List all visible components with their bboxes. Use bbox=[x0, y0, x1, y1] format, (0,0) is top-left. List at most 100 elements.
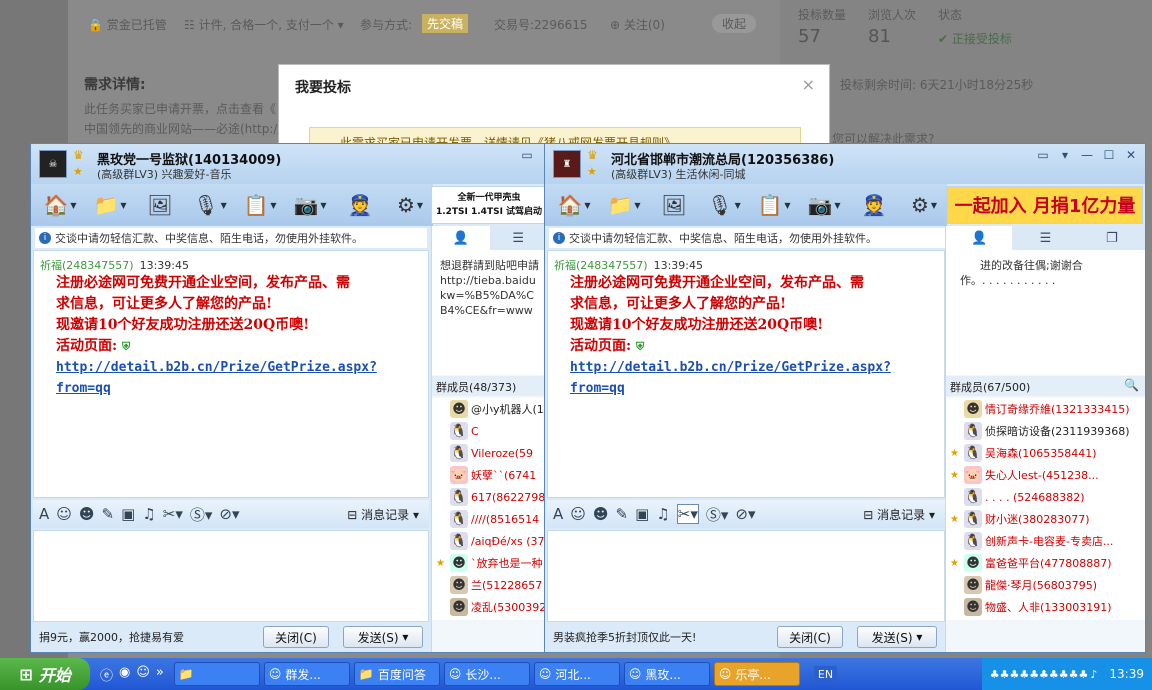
member-list[interactable]: ☻ 情订奇缘乔維(1321333415) 🐧 侦探暗访设备(2311939368) ★ 🐧… bbox=[946, 398, 1145, 620]
member-item[interactable]: ★ ☻ `放弃也是一种 bbox=[432, 552, 545, 574]
start-button[interactable]: ⊞ 开始 bbox=[0, 658, 90, 690]
rich-text-icon[interactable]: Ⓢ▾ bbox=[190, 504, 213, 525]
emoji-icon[interactable]: ☺ bbox=[570, 505, 586, 523]
taskbar-button[interactable]: ☺ 长沙... bbox=[443, 662, 530, 686]
home-tool[interactable]: 🏠 ▼ bbox=[551, 188, 597, 222]
close-icon[interactable]: ✕ bbox=[1121, 147, 1141, 163]
menu-icon[interactable]: ▾ bbox=[1055, 147, 1075, 163]
settings-tool[interactable]: ⚙ ▼ bbox=[387, 188, 433, 222]
follow-button[interactable]: ⊕ 关注(0) bbox=[610, 16, 665, 33]
magic-emoji-icon[interactable]: ☻ bbox=[79, 505, 95, 523]
expand-icon[interactable]: » bbox=[156, 665, 164, 684]
minimize-icon[interactable]: — bbox=[1077, 147, 1097, 163]
message-area[interactable]: 祈福(248347557) 13:39:45 注册必途网可免费开通企业空间，发布产… bbox=[547, 250, 945, 498]
member-item[interactable]: 🐧 侦探暗访设备(2311939368) bbox=[946, 420, 1145, 442]
message-history-button[interactable]: ⊟ 消息记录 ▾ bbox=[863, 506, 945, 523]
member-item[interactable]: ★☻孤独患者。(10108982... bbox=[946, 618, 1145, 620]
member-item[interactable]: ☻ 兰(51228657 bbox=[432, 574, 545, 596]
tab-members-icon[interactable]: 👤 bbox=[432, 226, 490, 250]
member-list[interactable]: ☻ @小y机器人(1 🐧 C 🐧 Vileroze(59 🐷 妖孽``(6741 🐧 617(86… bbox=[432, 398, 545, 620]
font-icon[interactable]: A bbox=[39, 505, 49, 523]
firefox-icon[interactable]: ◉ bbox=[119, 665, 130, 684]
message-input[interactable] bbox=[547, 530, 945, 622]
member-item[interactable]: ☻ 物盛、人非(133003191) bbox=[946, 596, 1145, 618]
activity-link-cont[interactable]: from=qq bbox=[554, 378, 938, 399]
window-menu-icon[interactable]: ▭ bbox=[517, 147, 537, 163]
scribble-icon[interactable]: ✎ bbox=[616, 505, 629, 523]
activity-link-cont[interactable]: from=qq bbox=[40, 378, 422, 399]
settings-tool[interactable]: ⚙ ▼ bbox=[901, 188, 947, 222]
member-item[interactable]: ★ ☻ 富爸爸平台(477808887) bbox=[946, 552, 1145, 574]
member-item[interactable]: 🐧/aiqĐé/xs (37 bbox=[432, 530, 545, 552]
member-item[interactable]: ☻ 龍傑·琴月(56803795) bbox=[946, 574, 1145, 596]
rich-text-icon[interactable]: Ⓢ▾ bbox=[706, 504, 729, 525]
admin-tool[interactable]: 👮 bbox=[337, 188, 383, 222]
voice-tool[interactable]: 🎙 ▼ bbox=[701, 188, 747, 222]
member-item[interactable]: ☻ @小y机器人(1 bbox=[432, 398, 545, 420]
language-indicator[interactable]: EN bbox=[813, 665, 838, 683]
message-area[interactable]: 祈福(248347557) 13:39:45 注册必途网可免费开通企业空间，发布产… bbox=[33, 250, 429, 498]
screenshot-icon[interactable]: ✂▾ bbox=[163, 505, 183, 523]
clock[interactable]: 13:39 bbox=[1109, 667, 1144, 681]
qq-icon[interactable]: ☺ bbox=[136, 665, 150, 684]
music-icon[interactable]: ♫ bbox=[142, 505, 155, 523]
member-item[interactable]: 🐧 617(8622798 bbox=[432, 486, 545, 508]
promo-text[interactable]: 男装疯抢季5折封顶仅此一天! bbox=[553, 629, 696, 645]
volume-icon[interactable]: ♪ bbox=[1090, 668, 1097, 681]
admin-tool[interactable]: 👮 bbox=[851, 188, 897, 222]
folder-tool[interactable]: 📁 ▼ bbox=[87, 188, 133, 222]
image-icon[interactable]: ▣ bbox=[635, 505, 649, 523]
member-item[interactable]: 🐧////(8516514 bbox=[432, 508, 545, 530]
payment-mode[interactable]: ☷ 计件, 合格一个, 支付一个 ▾ bbox=[184, 16, 344, 33]
tab-members-icon[interactable]: 👤 bbox=[946, 226, 1013, 250]
ie-icon[interactable]: ⓔ bbox=[100, 665, 113, 684]
activity-link[interactable]: http://detail.b2b.cn/Prize/GetPrize.aspx… bbox=[554, 357, 938, 378]
member-item[interactable]: 🐧 C bbox=[432, 420, 545, 442]
title-bar[interactable]: ♜ ♛ ★ 河北省邯郸市潮流总局(120356386) (高级群LV3) 生活休… bbox=[545, 144, 1145, 184]
tab-list-icon[interactable]: ☰ bbox=[1012, 226, 1078, 250]
member-item[interactable]: 🐷 妖孽``(6741 bbox=[432, 464, 545, 486]
voice-tool[interactable]: 🎙 ▼ bbox=[187, 188, 233, 222]
member-item[interactable]: ★ 🐧 吴海森(1065358441) bbox=[946, 442, 1145, 464]
album-tool[interactable]: 🖼 bbox=[137, 188, 183, 222]
ad-banner[interactable]: 全新一代甲壳虫 1.2TSI 1.4TSI 试驾启动 bbox=[431, 186, 545, 224]
taskbar-button[interactable]: ☺ 河北... bbox=[533, 662, 620, 686]
maximize-icon[interactable]: ☐ bbox=[1099, 147, 1119, 163]
search-icon[interactable]: 🔍 bbox=[1124, 378, 1139, 392]
send-button[interactable]: 发送(S) ▾ bbox=[857, 626, 937, 648]
message-history-button[interactable]: ⊟ 消息记录 ▾ bbox=[347, 506, 429, 523]
message-input[interactable] bbox=[33, 530, 429, 622]
member-item[interactable]: ☻十口心思,思君 bbox=[432, 618, 545, 620]
music-icon[interactable]: ♫ bbox=[656, 505, 669, 523]
notice-tool[interactable]: 📋 ▼ bbox=[751, 188, 797, 222]
taskbar-button[interactable]: 📁 百度问答 bbox=[353, 662, 440, 686]
magic-emoji-icon[interactable]: ☻ bbox=[593, 505, 609, 523]
activity-link[interactable]: http://detail.b2b.cn/Prize/GetPrize.aspx… bbox=[40, 357, 422, 378]
collapse-toggle[interactable]: 收起 bbox=[712, 14, 757, 33]
taskbar-button[interactable]: 📁 bbox=[173, 662, 260, 686]
tab-window-icon[interactable]: ❐ bbox=[1079, 226, 1145, 250]
announcement-link[interactable]: http://tieba.baidu bbox=[440, 273, 539, 288]
promo-text[interactable]: 捐9元，赢2000，抢捷易有爱 bbox=[39, 629, 184, 645]
member-item[interactable]: ★ 🐧 财小迷(380283077) bbox=[946, 508, 1145, 530]
taskbar-button[interactable]: ☺ 黑玫... bbox=[623, 662, 710, 686]
folder-tool[interactable]: 📁 ▼ bbox=[601, 188, 647, 222]
ad-banner[interactable]: 一起加入 月捐1亿力量 bbox=[947, 186, 1143, 224]
close-button[interactable]: 关闭(C) bbox=[777, 626, 843, 648]
dialog-close-icon[interactable]: × bbox=[802, 75, 815, 94]
block-icon[interactable]: ⊘▾ bbox=[735, 505, 755, 523]
member-item[interactable]: 🐧 Vileroze(59 bbox=[432, 442, 545, 464]
scribble-icon[interactable]: ✎ bbox=[102, 505, 115, 523]
image-icon[interactable]: ▣ bbox=[121, 505, 135, 523]
tab-list-icon[interactable]: ☰ bbox=[490, 226, 546, 250]
screenshot-icon[interactable]: ✂▾ bbox=[676, 504, 699, 524]
group-avatar[interactable]: ♜ bbox=[553, 150, 581, 178]
member-item[interactable]: ☻ 情订奇缘乔維(1321333415) bbox=[946, 398, 1145, 420]
block-icon[interactable]: ⊘▾ bbox=[219, 505, 239, 523]
video-tool[interactable]: 📷 ▼ bbox=[801, 188, 847, 222]
skin-icon[interactable]: ▭ bbox=[1033, 147, 1053, 163]
qq-tray-icon[interactable]: ♣♣♣♣♣♣♣♣♣♣ bbox=[990, 668, 1089, 681]
group-avatar[interactable]: ☠ bbox=[39, 150, 67, 178]
home-tool[interactable]: 🏠 ▼ bbox=[37, 188, 83, 222]
taskbar-button[interactable]: ☺ 群发... bbox=[263, 662, 350, 686]
